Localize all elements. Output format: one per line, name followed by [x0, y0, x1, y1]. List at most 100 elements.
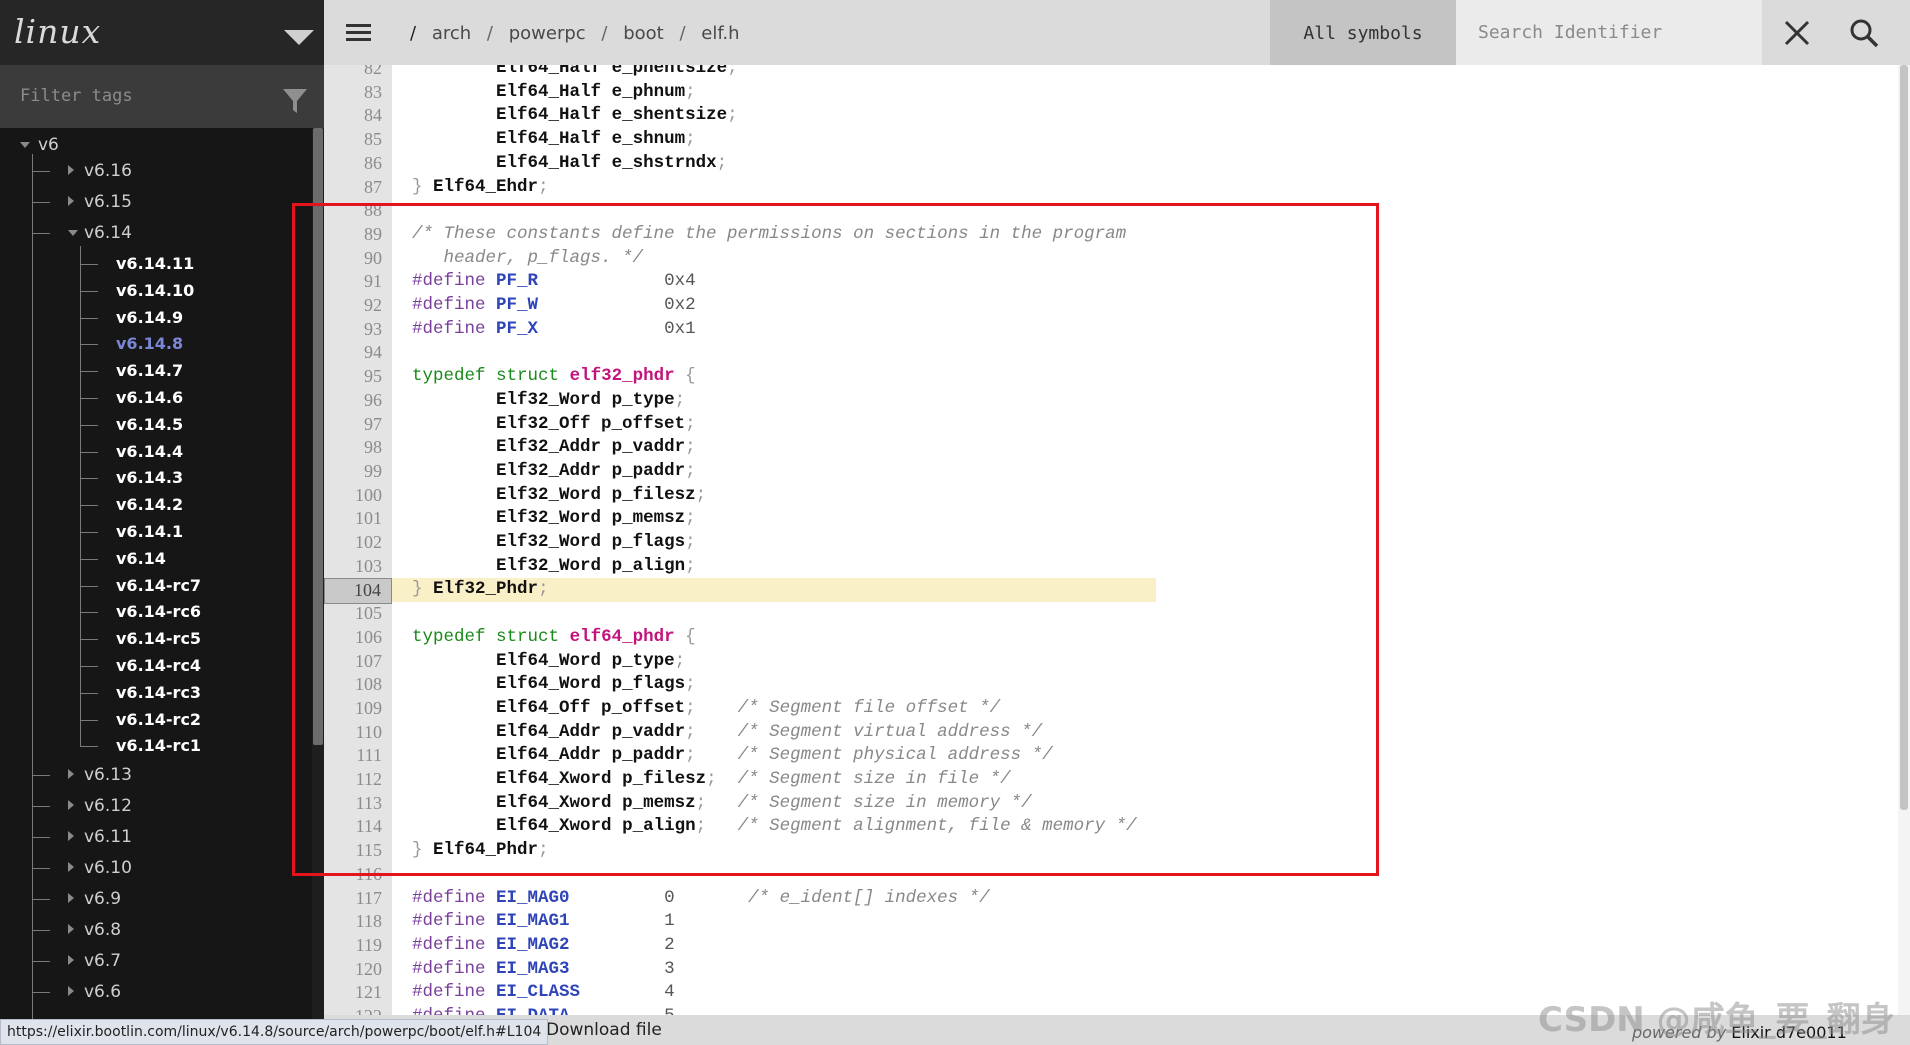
breadcrumb-arch[interactable]: arch [432, 23, 471, 44]
tree-item-root[interactable]: v6 [0, 132, 312, 158]
tree-item-subversion[interactable]: v6.14-rc6 [0, 599, 312, 625]
line-number[interactable]: 103 [324, 555, 392, 579]
line-number[interactable]: 86 [324, 152, 392, 176]
line-number[interactable]: 112 [324, 768, 392, 792]
collapsed-triangle-icon[interactable] [68, 800, 74, 811]
tree-item-subversion[interactable]: v6.14-rc7 [0, 573, 312, 599]
tree-item-subversion[interactable]: v6.14.8 [0, 331, 312, 357]
line-number[interactable]: 104 [324, 578, 392, 605]
collapsed-triangle-icon[interactable] [68, 831, 74, 842]
collapsed-triangle-icon[interactable] [68, 955, 74, 966]
line-number[interactable]: 111 [324, 744, 392, 768]
all-symbols-dropdown[interactable]: All symbols [1270, 0, 1456, 65]
line-number[interactable]: 109 [324, 697, 392, 721]
collapsed-triangle-icon[interactable] [68, 165, 74, 175]
line-number[interactable]: 119 [324, 934, 392, 958]
search-identifier-input[interactable] [1456, 0, 1762, 65]
collapsed-triangle-icon[interactable] [68, 893, 74, 904]
line-number[interactable]: 99 [324, 460, 392, 484]
line-number[interactable]: 91 [324, 270, 392, 294]
close-icon[interactable] [1782, 18, 1812, 48]
expanded-triangle-icon[interactable] [68, 230, 78, 236]
tree-item-subversion[interactable]: v6.14.4 [0, 439, 312, 465]
breadcrumb-root[interactable]: / [410, 23, 416, 44]
line-number[interactable]: 90 [324, 247, 392, 271]
chevron-down-icon[interactable] [284, 30, 314, 45]
tree-item-subversion[interactable]: v6.14-rc2 [0, 707, 312, 733]
line-number[interactable]: 100 [324, 484, 392, 508]
line-number[interactable]: 121 [324, 981, 392, 1005]
tree-item-subversion[interactable]: v6.14-rc4 [0, 653, 312, 679]
line-number[interactable]: 92 [324, 294, 392, 318]
hamburger-icon[interactable] [346, 24, 371, 42]
tree-item-subversion[interactable]: v6.14.5 [0, 412, 312, 438]
tree-item-version[interactable]: v6.16 [0, 158, 312, 184]
line-number[interactable]: 82 [324, 65, 392, 81]
line-number[interactable]: 118 [324, 910, 392, 934]
download-file-link[interactable]: Download file [546, 1015, 662, 1045]
tree-item-subversion[interactable]: v6.14-rc3 [0, 680, 312, 706]
line-number[interactable]: 93 [324, 318, 392, 342]
collapsed-triangle-icon[interactable] [68, 196, 74, 206]
line-number[interactable]: 120 [324, 958, 392, 982]
code-scrollbar[interactable] [1898, 65, 1910, 1015]
tree-item-version[interactable]: v6.12 [0, 793, 312, 819]
tree-item-subversion[interactable]: v6.14 [0, 546, 312, 572]
line-number[interactable]: 116 [324, 863, 392, 887]
tree-item-subversion[interactable]: v6.14.1 [0, 519, 312, 545]
expanded-triangle-icon[interactable] [20, 142, 30, 148]
tree-item-subversion[interactable]: v6.14.11 [0, 251, 312, 277]
line-number[interactable]: 96 [324, 389, 392, 413]
sidebar-scroll-thumb[interactable] [313, 128, 323, 745]
collapsed-triangle-icon[interactable] [68, 924, 74, 935]
line-number[interactable]: 97 [324, 413, 392, 437]
tree-item-subversion[interactable]: v6.14-rc1 [0, 733, 312, 759]
line-number[interactable]: 106 [324, 626, 392, 650]
line-number[interactable]: 89 [324, 223, 392, 247]
line-number[interactable]: 115 [324, 839, 392, 863]
tree-item-version[interactable]: v6.11 [0, 824, 312, 850]
tree-item-subversion[interactable]: v6.14.10 [0, 278, 312, 304]
breadcrumb-powerpc[interactable]: powerpc [509, 23, 586, 44]
line-number[interactable]: 98 [324, 436, 392, 460]
line-number[interactable]: 84 [324, 104, 392, 128]
filter-tags-input[interactable] [20, 79, 270, 113]
line-number[interactable]: 94 [324, 341, 392, 365]
tree-item-version[interactable]: v6.15 [0, 189, 312, 215]
line-number[interactable]: 113 [324, 792, 392, 816]
breadcrumb-boot[interactable]: boot [623, 23, 664, 44]
tree-item-subversion[interactable]: v6.14.2 [0, 492, 312, 518]
sidebar-scrollbar[interactable] [312, 128, 324, 1045]
line-number[interactable]: 107 [324, 650, 392, 674]
line-number[interactable]: 108 [324, 673, 392, 697]
collapsed-triangle-icon[interactable] [68, 986, 74, 997]
collapsed-triangle-icon[interactable] [68, 769, 74, 780]
tree-item-version[interactable]: v6.7 [0, 948, 312, 974]
tree-item-version-expanded[interactable]: v6.14 [0, 220, 312, 246]
line-number[interactable]: 87 [324, 176, 392, 200]
breadcrumb-file[interactable]: elf.h [701, 23, 739, 44]
line-number[interactable]: 122 [324, 1005, 392, 1015]
tree-item-subversion[interactable]: v6.14.6 [0, 385, 312, 411]
line-number[interactable]: 117 [324, 887, 392, 911]
line-number[interactable]: 110 [324, 721, 392, 745]
filter-icon[interactable] [282, 87, 308, 115]
tree-item-version[interactable]: v6.6 [0, 979, 312, 1005]
collapsed-triangle-icon[interactable] [68, 862, 74, 873]
tree-item-subversion[interactable]: v6.14.7 [0, 358, 312, 384]
line-number[interactable]: 105 [324, 602, 392, 626]
search-icon[interactable] [1848, 17, 1880, 49]
code-scroll-thumb[interactable] [1900, 65, 1908, 810]
tree-item-version[interactable]: v6.10 [0, 855, 312, 881]
line-number[interactable]: 85 [324, 128, 392, 152]
line-number[interactable]: 83 [324, 81, 392, 105]
line-number[interactable]: 114 [324, 815, 392, 839]
tree-item-subversion[interactable]: v6.14.9 [0, 305, 312, 331]
line-number[interactable]: 102 [324, 531, 392, 555]
line-number[interactable]: 95 [324, 365, 392, 389]
tree-item-version[interactable]: v6.8 [0, 917, 312, 943]
tree-item-version[interactable]: v6.13 [0, 762, 312, 788]
project-name[interactable]: linux [14, 12, 101, 51]
tree-item-subversion[interactable]: v6.14.3 [0, 465, 312, 491]
line-number[interactable]: 101 [324, 507, 392, 531]
